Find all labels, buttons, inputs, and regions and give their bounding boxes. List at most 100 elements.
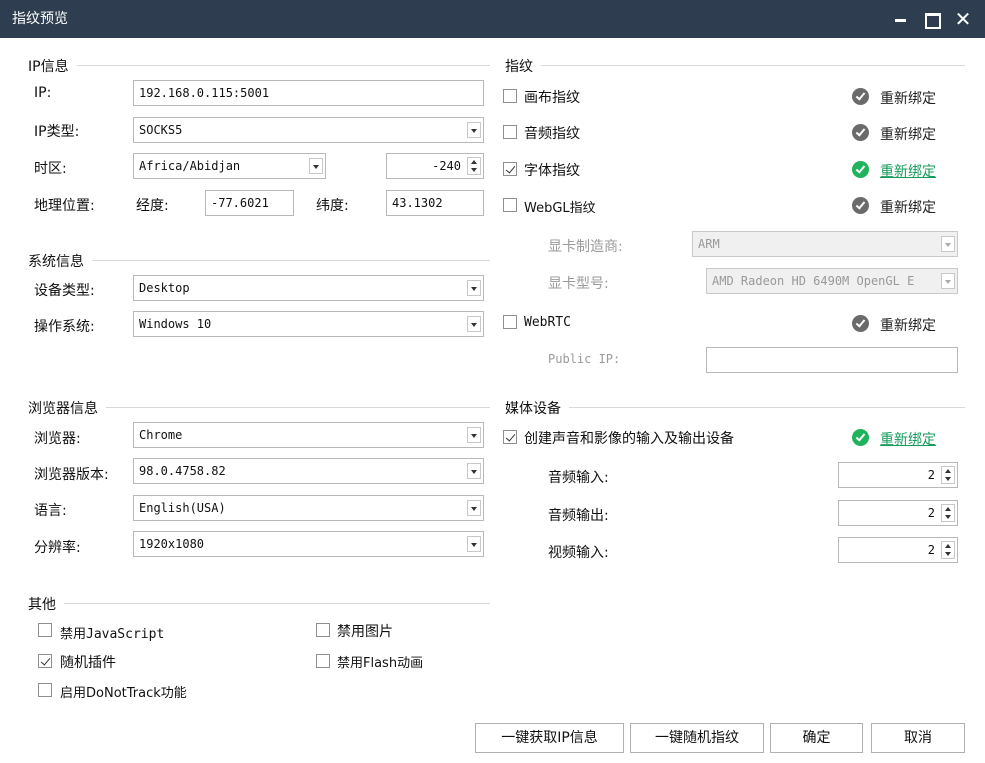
cancel-button[interactable]: 取消 xyxy=(871,723,965,753)
os-value: Windows 10 xyxy=(139,317,212,331)
latitude-label: 纬度: xyxy=(316,198,349,214)
latitude-input[interactable]: 43.1302 xyxy=(386,190,484,216)
chevron-down-icon xyxy=(941,236,955,252)
disable-javascript-label[interactable]: 禁用JavaScript xyxy=(60,623,164,642)
language-label: 语言: xyxy=(34,503,67,519)
chevron-down-icon[interactable] xyxy=(467,316,481,332)
section-divider xyxy=(505,65,965,66)
resolution-label: 分辨率: xyxy=(34,540,81,556)
ok-button[interactable]: 确定 xyxy=(770,723,863,753)
longitude-input[interactable]: -77.6021 xyxy=(205,190,294,216)
chevron-down-icon[interactable] xyxy=(467,122,481,138)
audio-input-value: 2 xyxy=(927,468,935,482)
enable-dnt-label[interactable]: 启用DoNotTrack功能 xyxy=(60,682,187,701)
webgl-fingerprint-label[interactable]: WebGL指纹 xyxy=(524,197,596,216)
check-circle-icon xyxy=(852,197,869,214)
browser-label: 浏览器: xyxy=(34,431,81,447)
check-circle-icon xyxy=(852,429,869,446)
browser-version-select[interactable]: 98.0.4758.82 xyxy=(133,458,484,484)
canvas-fingerprint-label[interactable]: 画布指纹 xyxy=(524,87,580,107)
spinner-arrows-icon[interactable] xyxy=(941,466,955,484)
webrtc-checkbox[interactable] xyxy=(503,315,517,329)
browser-version-value: 98.0.4758.82 xyxy=(139,464,226,478)
spinner-arrows-icon[interactable] xyxy=(467,157,481,175)
ip-type-label: IP类型: xyxy=(34,124,80,140)
audio-fingerprint-checkbox[interactable] xyxy=(503,125,517,139)
section-divider xyxy=(28,65,490,66)
disable-javascript-checkbox[interactable] xyxy=(38,623,52,637)
check-circle-icon xyxy=(852,124,869,141)
minimize-button[interactable] xyxy=(888,7,914,31)
webrtc-label[interactable]: WebRTC xyxy=(524,315,571,330)
webrtc-rebind: 重新绑定 xyxy=(880,318,936,334)
chevron-down-icon[interactable] xyxy=(467,536,481,552)
font-fingerprint-checkbox[interactable] xyxy=(503,162,517,176)
os-select[interactable]: Windows 10 xyxy=(133,311,484,337)
section-divider xyxy=(28,260,490,261)
video-input-value: 2 xyxy=(927,543,935,557)
gpu-model-label: 显卡型号: xyxy=(548,276,609,292)
ip-input[interactable]: 192.168.0.115:5001 xyxy=(133,80,484,106)
audio-output-spinner[interactable]: 2 xyxy=(838,500,958,526)
fingerprint-section-title: 指纹 xyxy=(505,56,541,76)
gpu-vendor-value: ARM xyxy=(698,237,720,251)
check-circle-icon xyxy=(852,88,869,105)
os-label: 操作系统: xyxy=(34,319,95,335)
font-fingerprint-label[interactable]: 字体指纹 xyxy=(524,160,580,180)
audio-input-label: 音频输入: xyxy=(548,470,609,486)
resolution-value: 1920x1080 xyxy=(139,537,205,551)
media-rebind-link[interactable]: 重新绑定 xyxy=(880,429,936,449)
device-type-select[interactable]: Desktop xyxy=(133,275,484,301)
browser-select[interactable]: Chrome xyxy=(133,422,484,448)
gpu-vendor-select: ARM xyxy=(692,231,958,257)
language-select[interactable]: English(USA) xyxy=(133,495,484,521)
create-devices-label[interactable]: 创建声音和影像的输入及输出设备 xyxy=(524,428,734,448)
title-bar: 指纹预览 ✕ xyxy=(0,0,985,38)
chevron-down-icon[interactable] xyxy=(467,500,481,516)
timezone-select[interactable]: Africa/Abidjan xyxy=(133,153,326,179)
fetch-ip-info-button[interactable]: 一键获取IP信息 xyxy=(475,723,624,753)
public-ip-input[interactable] xyxy=(706,347,958,373)
random-fingerprint-button[interactable]: 一键随机指纹 xyxy=(630,723,764,753)
maximize-button[interactable] xyxy=(918,7,944,31)
ip-type-select[interactable]: SOCKS5 xyxy=(133,117,484,143)
chevron-down-icon[interactable] xyxy=(309,158,323,174)
video-input-spinner[interactable]: 2 xyxy=(838,537,958,563)
gpu-model-value: AMD Radeon HD 6490M OpenGL E xyxy=(712,274,915,288)
canvas-fingerprint-checkbox[interactable] xyxy=(503,89,517,103)
close-button[interactable]: ✕ xyxy=(950,7,976,31)
system-info-section-title: 系统信息 xyxy=(28,251,92,271)
resolution-select[interactable]: 1920x1080 xyxy=(133,531,484,557)
webgl-fingerprint-checkbox[interactable] xyxy=(503,198,517,212)
random-plugins-checkbox[interactable] xyxy=(38,654,52,668)
chevron-down-icon[interactable] xyxy=(467,427,481,443)
spinner-arrows-icon[interactable] xyxy=(941,541,955,559)
timezone-offset-value: -240 xyxy=(432,159,461,173)
spinner-arrows-icon[interactable] xyxy=(941,504,955,522)
browser-version-label: 浏览器版本: xyxy=(34,467,109,483)
chevron-down-icon[interactable] xyxy=(467,463,481,479)
disable-flash-checkbox[interactable] xyxy=(316,654,330,668)
longitude-label: 经度: xyxy=(136,198,169,214)
disable-images-label[interactable]: 禁用图片 xyxy=(337,621,393,641)
create-devices-checkbox[interactable] xyxy=(503,430,517,444)
video-input-label: 视频输入: xyxy=(548,545,609,561)
gpu-model-select: AMD Radeon HD 6490M OpenGL E xyxy=(706,268,958,294)
audio-input-spinner[interactable]: 2 xyxy=(838,462,958,488)
font-rebind-link[interactable]: 重新绑定 xyxy=(880,161,936,181)
audio-fingerprint-label[interactable]: 音频指纹 xyxy=(524,123,580,143)
section-divider xyxy=(28,603,490,604)
chevron-down-icon xyxy=(941,273,955,289)
enable-dnt-checkbox[interactable] xyxy=(38,683,52,697)
ip-label: IP: xyxy=(34,85,52,101)
disable-images-checkbox[interactable] xyxy=(316,623,330,637)
section-divider xyxy=(505,407,965,408)
webgl-rebind: 重新绑定 xyxy=(880,200,936,216)
chevron-down-icon[interactable] xyxy=(467,280,481,296)
ip-info-section-title: IP信息 xyxy=(28,56,77,76)
timezone-offset-spinner[interactable]: -240 xyxy=(386,153,484,179)
timezone-value: Africa/Abidjan xyxy=(139,159,241,173)
browser-value: Chrome xyxy=(139,428,183,442)
random-plugins-label[interactable]: 随机插件 xyxy=(60,652,116,672)
disable-flash-label[interactable]: 禁用Flash动画 xyxy=(337,652,423,671)
